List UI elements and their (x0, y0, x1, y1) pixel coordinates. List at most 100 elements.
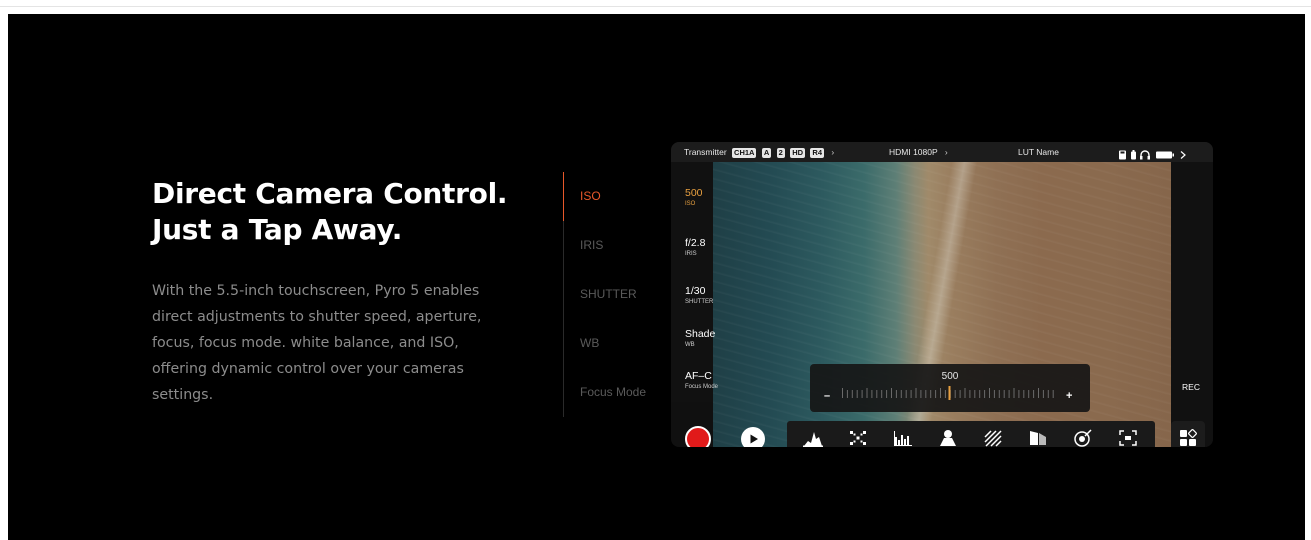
slider-tick (891, 388, 892, 398)
tab-iso[interactable]: ISO (563, 172, 664, 221)
slider-tick (969, 390, 971, 398)
battery-small-icon (1131, 150, 1136, 160)
slider-tick (959, 390, 961, 398)
battery-icon (1156, 151, 1174, 159)
param-iris-label: IRIS (685, 251, 697, 257)
slider-ticks (842, 386, 1054, 400)
chevron-right-icon: › (831, 147, 835, 157)
r4-chip: R4 (810, 147, 824, 158)
slider-tick (935, 390, 937, 398)
play-button[interactable] (741, 427, 765, 447)
param-iris-value: f/2.8 (685, 237, 706, 249)
slider-tick (1052, 390, 1054, 398)
param-focus-mode-value: AF–C (685, 370, 712, 382)
feature-description: With the 5.5-inch touchscreen, Pyro 5 en… (152, 283, 482, 403)
param-iso-label: ISO (685, 201, 696, 207)
chevron-right-icon (1180, 151, 1186, 159)
mode-a-chip: A (761, 147, 772, 158)
tab-shutter[interactable]: SHUTTER (564, 270, 664, 319)
param-shutter-value: 1/30 (685, 285, 706, 297)
param-shutter[interactable]: 1/30 SHUTTER (685, 285, 713, 306)
right-panel (1171, 162, 1213, 447)
slider-tick (846, 390, 848, 398)
tab-focus-mode[interactable]: Focus Mode (564, 368, 664, 417)
param-focus-mode-label: Focus Mode (685, 384, 719, 390)
param-iso[interactable]: 500 ISO (685, 187, 703, 208)
anamorphic-icon[interactable] (1028, 429, 1048, 447)
sd-card-icon (1119, 150, 1126, 160)
slider-tick (866, 388, 868, 398)
transmitter-label: Transmitter (684, 147, 727, 157)
slider-tick (851, 390, 853, 398)
channel-chip: CH1A (732, 147, 757, 158)
waveform-icon[interactable] (893, 429, 913, 447)
slider-tick (905, 390, 907, 398)
slider-tick (925, 390, 927, 398)
slider-tick (895, 390, 897, 398)
param-iso-value: 500 (685, 187, 703, 199)
param-focus-mode[interactable]: AF–C Focus Mode (685, 370, 718, 391)
mode-2-chip: 2 (776, 147, 785, 158)
zebra-icon[interactable] (983, 429, 1003, 447)
slider-tick (920, 390, 922, 398)
slider-tick (930, 390, 932, 398)
headphone-icon (1140, 150, 1150, 160)
slider-tick (1047, 390, 1049, 398)
feature-section: Direct Camera Control. Just a Tap Away. … (8, 14, 1305, 540)
slider-tick (876, 390, 878, 398)
iso-slider[interactable]: 500 – + (810, 364, 1090, 412)
slider-tick (881, 390, 883, 398)
slider-tick (944, 390, 946, 398)
zoom-icon[interactable] (1118, 429, 1138, 447)
vectorscope-icon[interactable] (1073, 429, 1093, 447)
param-wb[interactable]: Shade WB (685, 328, 715, 349)
monitoring-tools-bar (787, 421, 1155, 447)
slider-tick (1008, 390, 1010, 398)
chevron-right-icon: › (944, 147, 948, 157)
slider-tick (979, 390, 981, 398)
feature-headline: Direct Camera Control. Just a Tap Away. (152, 176, 572, 248)
slider-tick (861, 390, 863, 398)
slider-tick (1018, 390, 1020, 398)
slider-tick (984, 390, 986, 398)
slider-tick (900, 390, 902, 398)
control-tabs: ISO IRIS SHUTTER WB Focus Mode (563, 172, 664, 417)
apps-grid-icon (1180, 429, 1197, 446)
slider-tick (1028, 390, 1030, 398)
slider-tick (989, 388, 990, 398)
apps-menu-button[interactable] (1171, 421, 1205, 447)
param-wb-label: WB (685, 342, 695, 348)
slider-tick (954, 390, 956, 398)
slider-indicator (948, 386, 951, 400)
slider-tick (842, 388, 843, 398)
false-color-icon[interactable] (938, 429, 958, 447)
lut-name[interactable]: LUT Name (1018, 142, 1059, 162)
histogram-icon[interactable] (803, 429, 823, 447)
slider-tick (1013, 388, 1015, 398)
device-screen: Transmitter CH1A A 2 HD R4 › HDMI 1080P … (671, 142, 1213, 447)
slider-tick (1023, 390, 1025, 398)
transmitter-status[interactable]: Transmitter CH1A A 2 HD R4 › (684, 142, 834, 162)
headline-line-1: Direct Camera Control. (152, 177, 508, 210)
slider-tick (1033, 390, 1035, 398)
play-icon (750, 434, 758, 444)
hd-chip: HD (790, 147, 806, 158)
param-shutter-label: SHUTTER (685, 299, 714, 305)
slider-tick (1003, 390, 1005, 398)
slider-tick (871, 390, 873, 398)
slider-tick (1038, 388, 1039, 398)
param-wb-value: Shade (685, 328, 716, 340)
tab-wb[interactable]: WB (564, 319, 664, 368)
rec-label: REC (1182, 382, 1200, 392)
slider-tick (915, 388, 917, 398)
hdmi-label: HDMI 1080P (889, 147, 938, 157)
param-iris[interactable]: f/2.8 IRIS (685, 237, 705, 258)
slider-tick (993, 390, 995, 398)
focus-peaking-icon[interactable] (848, 429, 868, 447)
hdmi-status[interactable]: HDMI 1080P › (889, 142, 948, 162)
tab-iris[interactable]: IRIS (564, 221, 664, 270)
headline-line-2: Just a Tap Away. (152, 213, 403, 246)
slider-tick (886, 390, 888, 398)
slider-tick (964, 388, 966, 398)
record-button[interactable] (685, 426, 711, 447)
